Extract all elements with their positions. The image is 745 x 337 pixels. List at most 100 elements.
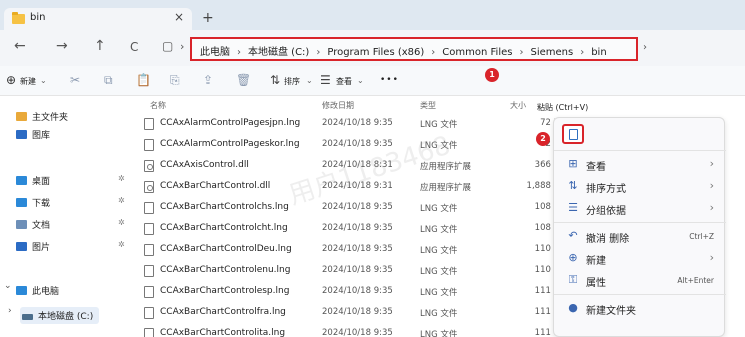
sidebar-item-label: 下载 [32,199,51,209]
file-name: CCAxAxisControl.dll [160,160,249,170]
paste-tooltip: 粘贴 (Ctrl+V) [537,103,589,112]
file-row[interactable]: CCAxBarChartControlchs.lng 2024/10/18 9:3… [140,198,600,219]
submenu-arrow-icon: › [709,179,714,192]
new-tab-button[interactable]: + [202,10,214,26]
breadcrumb-program-files[interactable]: Program Files (x86) [327,47,424,58]
delete-icon[interactable]: 🗑 [236,73,251,87]
menu-item-view[interactable]: ⊞ 查看 › [554,154,726,176]
column-header-size[interactable]: 大小 [510,100,526,111]
collapsed-chevron-icon[interactable]: › [8,306,12,316]
rename-icon[interactable]: ⎘ [170,73,180,88]
column-header-date[interactable]: 修改日期 [322,100,354,111]
sidebar-item-downloads[interactable]: 下载 [16,196,50,209]
copy-icon[interactable]: ⧉ [104,73,113,88]
file-name: CCAxBarChartControlfra.lng [160,307,286,317]
breadcrumb-common-files[interactable]: Common Files [442,47,512,58]
sidebar-item-home[interactable]: 主文件夹 [16,110,68,123]
view-button[interactable]: 查看 [336,76,352,87]
file-icon [144,328,154,337]
file-row[interactable]: CCAxBarChartControlenu.lng 2024/10/18 9:3… [140,261,600,282]
breadcrumb-local-disk[interactable]: 本地磁盘 (C:) [248,43,309,58]
file-type: LNG 文件 [420,141,458,151]
file-row[interactable]: CCAxBarChartControlesp.lng 2024/10/18 9:3… [140,282,600,303]
file-row[interactable]: CCAxAxisControl.dll 2024/10/18 8:31 应用程序扩展… [140,156,600,177]
sidebar-item-this-pc[interactable]: 此电脑 [16,284,59,297]
breadcrumb-separator: › [580,47,585,58]
cut-icon[interactable]: ✂ [70,73,80,87]
more-options-button[interactable]: ••• [380,75,399,85]
chevron-right-icon: › [180,40,185,53]
menu-item-sort[interactable]: ⇅ 排序方式 › [554,176,726,198]
sidebar-item-gallery[interactable]: 图库 [16,128,50,141]
sort-button[interactable]: 排序 [284,76,300,87]
file-row[interactable]: CCAxBarChartControlita.lng 2024/10/18 9:3… [140,324,600,337]
expand-chevron-icon[interactable]: ⌄ [4,281,12,291]
breadcrumb-bin[interactable]: bin [591,47,606,58]
tab-bin[interactable]: bin × [4,8,192,30]
breadcrumb-separator: › [519,47,524,58]
file-row[interactable]: CCAxAlarmControlPageskor.lng 2024/10/18 9… [140,135,600,156]
close-tab-icon[interactable]: × [174,10,184,24]
file-name: CCAxBarChartControlDeu.lng [160,244,292,254]
forward-arrow-icon[interactable]: → [56,38,68,54]
sidebar-item-desktop[interactable]: 桌面 [16,174,50,187]
file-type: LNG 文件 [420,330,458,337]
dll-file-icon [144,181,154,193]
breadcrumb: 此电脑 › 本地磁盘 (C:) › Program Files (x86) › Common… [200,43,607,58]
file-icon [144,307,154,319]
file-name: CCAxAlarmControlPagesjpn.lng [160,118,301,128]
file-type: LNG 文件 [420,225,458,235]
file-row[interactable]: CCAxBarChartControlcht.lng 2024/10/18 9:3… [140,219,600,240]
column-header-name[interactable]: 名称 [150,100,166,111]
menu-item-shortcut: Alt+Enter [677,276,714,285]
chevron-down-icon: ⌄ [40,76,47,85]
breadcrumb-this-pc[interactable]: 此电脑 [200,43,230,58]
share-icon[interactable]: ⇪ [203,73,213,87]
refresh-icon[interactable]: C [130,40,138,54]
breadcrumb-siemens[interactable]: Siemens [530,47,573,58]
file-name: CCAxBarChartControlcht.lng [160,223,288,233]
file-icon [144,286,154,298]
view-lines-icon: ☰ [320,73,331,87]
chevron-right-icon[interactable]: › [643,42,647,53]
file-name: CCAxBarChartControlchs.lng [160,202,289,212]
submenu-arrow-icon: › [709,251,714,264]
file-date: 2024/10/18 9:35 [322,265,393,275]
annotation-badge-1: 1 [485,68,499,82]
menu-divider [554,150,726,151]
chevron-down-icon: ⌄ [357,76,364,85]
title-bar: bin × + [0,0,745,30]
sidebar-item-local-disk[interactable]: 本地磁盘 (C:) [20,307,100,324]
file-row[interactable]: CCAxBarChartControlfra.lng 2024/10/18 9:3… [140,303,600,324]
file-date: 2024/10/18 9:35 [322,202,393,212]
file-row[interactable]: CCAxBarChartControlDeu.lng 2024/10/18 9:3… [140,240,600,261]
file-name: CCAxBarChartControlesp.lng [160,286,290,296]
new-button[interactable]: 新建 [20,76,36,87]
pictures-icon [16,242,27,251]
menu-item-group[interactable]: ☰ 分组依据 › [554,198,726,220]
menu-item-new-folder[interactable]: ● 新建文件夹 [554,298,726,320]
monitor-icon[interactable]: ▢ [162,39,173,53]
menu-item-new[interactable]: ⊕ 新建 › [554,248,726,270]
file-date: 2024/10/18 9:31 [322,181,393,191]
back-arrow-icon[interactable]: ← [14,38,26,54]
menu-item-properties[interactable]: ⚿ 属性 Alt+Enter [554,270,726,292]
sidebar-item-pictures[interactable]: 图片 [16,240,50,253]
file-row[interactable]: CCAxAlarmControlPagesjpn.lng 2024/10/18 9… [140,114,600,135]
sidebar-item-documents[interactable]: 文档 [16,218,50,231]
breadcrumb-separator: › [237,47,241,58]
menu-item-undo[interactable]: ↶ 撤消 删除 Ctrl+Z [554,226,726,248]
paste-icon[interactable]: 📋 [136,73,151,87]
submenu-arrow-icon: › [709,201,714,214]
file-icon [144,202,154,214]
file-icon [144,139,154,151]
file-row[interactable]: CCAxBarChartControl.dll 2024/10/18 9:31 应用… [140,177,600,198]
file-type: LNG 文件 [420,120,458,130]
file-type: 应用程序扩展 [420,183,472,193]
menu-item-label: 新建文件夹 [586,306,636,317]
paste-button[interactable] [562,124,584,144]
address-bar[interactable]: 此电脑 › 本地磁盘 (C:) › Program Files (x86) › Common… [190,37,638,61]
up-arrow-icon[interactable]: ↑ [94,38,106,54]
file-icon [144,118,154,130]
column-header-type[interactable]: 类型 [420,100,436,111]
